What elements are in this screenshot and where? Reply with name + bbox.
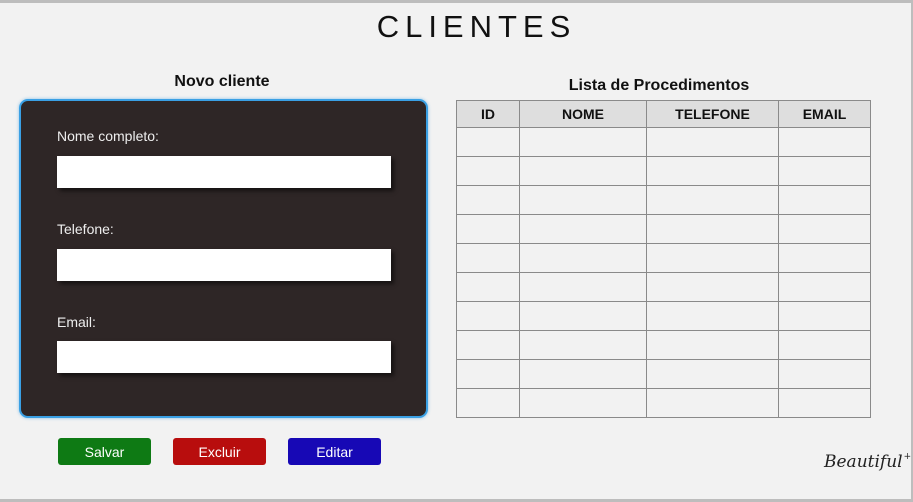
brand-text: Beautiful <box>824 452 903 472</box>
table-row[interactable] <box>456 330 871 360</box>
column-header-email: EMAIL <box>778 100 871 128</box>
table-cell <box>519 185 647 215</box>
table-cell <box>519 330 647 360</box>
table-cell <box>778 243 871 273</box>
table-cell <box>778 127 871 157</box>
column-header-phone: TELEFONE <box>646 100 779 128</box>
table-cell <box>646 214 779 244</box>
table-cell <box>456 359 520 389</box>
table-cell <box>646 272 779 302</box>
table-cell <box>646 185 779 215</box>
table-cell <box>646 330 779 360</box>
table-cell <box>778 156 871 186</box>
table-cell <box>778 272 871 302</box>
table-cell <box>519 359 647 389</box>
table-row[interactable] <box>456 214 871 244</box>
table-cell <box>778 330 871 360</box>
table-cell <box>778 301 871 331</box>
table-row[interactable] <box>456 301 871 331</box>
table-cell <box>646 301 779 331</box>
table-row[interactable] <box>456 388 871 418</box>
name-field-label: Nome completo: <box>57 128 159 144</box>
table-cell <box>519 388 647 418</box>
new-client-form: Nome completo: Telefone: Email: <box>19 99 428 418</box>
table-cell <box>456 156 520 186</box>
table-cell <box>778 388 871 418</box>
table-cell <box>646 388 779 418</box>
column-header-id: ID <box>456 100 520 128</box>
save-button[interactable]: Salvar <box>58 438 151 465</box>
phone-field[interactable] <box>57 249 391 281</box>
table-cell <box>456 272 520 302</box>
table-cell <box>456 301 520 331</box>
table-cell <box>456 214 520 244</box>
table-cell <box>456 243 520 273</box>
name-field[interactable] <box>57 156 391 188</box>
table-cell <box>778 359 871 389</box>
table-row[interactable] <box>456 272 871 302</box>
table-cell <box>519 243 647 273</box>
phone-field-label: Telefone: <box>57 221 114 237</box>
table-cell <box>646 243 779 273</box>
table-cell <box>778 185 871 215</box>
table-cell <box>456 330 520 360</box>
table-row[interactable] <box>456 243 871 273</box>
form-heading: Novo cliente <box>174 73 270 90</box>
table-cell <box>456 185 520 215</box>
table-heading: Lista de Procedimentos <box>568 77 750 94</box>
edit-button[interactable]: Editar <box>288 438 381 465</box>
table-cell <box>456 388 520 418</box>
table-cell <box>519 301 647 331</box>
table-cell <box>646 156 779 186</box>
table-cell <box>519 272 647 302</box>
email-field[interactable] <box>57 341 391 373</box>
table-cell <box>646 359 779 389</box>
delete-button[interactable]: Excluir <box>173 438 266 465</box>
email-field-label: Email: <box>57 314 96 330</box>
table-row[interactable] <box>456 359 871 389</box>
table-cell <box>519 156 647 186</box>
page-title: CLIENTES <box>376 9 577 44</box>
table-cell <box>456 127 520 157</box>
table-header-row: ID NOME TELEFONE EMAIL <box>456 100 871 128</box>
table-cell <box>519 127 647 157</box>
table-row[interactable] <box>456 156 871 186</box>
table-cell <box>778 214 871 244</box>
table-row[interactable] <box>456 127 871 157</box>
column-header-name: NOME <box>519 100 647 128</box>
sparkle-icon: + <box>903 452 912 462</box>
table-row[interactable] <box>456 185 871 215</box>
table-cell <box>646 127 779 157</box>
table-cell <box>519 214 647 244</box>
clients-table: ID NOME TELEFONE EMAIL <box>456 100 871 418</box>
brand-logo: Beautiful+ <box>824 452 911 472</box>
